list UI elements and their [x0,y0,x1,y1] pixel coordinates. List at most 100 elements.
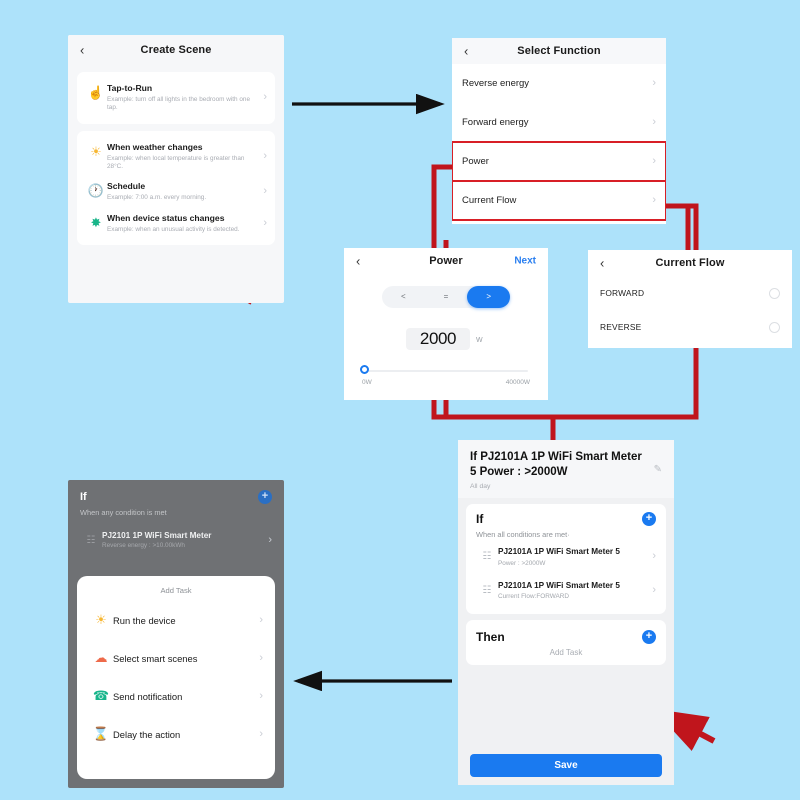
device-name: PJ2101A 1P WiFi Smart Meter 5 [498,580,620,590]
create-scene-navbar: ‹ Create Scene [68,35,284,65]
panel-select-function: ‹ Select Function Reverse energy › Forwa… [452,38,666,224]
option-row-reverse[interactable]: REVERSE [588,310,792,344]
list-item-title: When weather changes [107,141,203,152]
list-item-tap-to-run[interactable]: ☝ Tap-to-Run Example: turn off all light… [85,78,267,118]
add-task-placeholder[interactable]: Add Task [476,648,656,661]
automation-header: If PJ2101A 1P WiFi Smart Meter 5 Power :… [458,440,674,498]
chevron-right-icon: › [263,216,267,229]
save-button[interactable]: Save [470,754,662,777]
radio-reverse[interactable] [769,321,780,333]
list-item-subtitle: Example: turn off all lights in the bedr… [107,96,251,112]
function-row-forward-energy[interactable]: Forward energy › [452,103,666,142]
device-name: PJ2101A 1P WiFi Smart Meter 5 [498,546,620,556]
chevron-right-icon: › [263,185,267,198]
function-row-current-flow[interactable]: Current Flow › [452,180,666,221]
panel-current-flow: ‹ Current Flow FORWARD REVERSE [588,250,792,348]
sun-weather-icon: ☀ [90,143,102,159]
option-row-forward[interactable]: FORWARD [588,276,792,310]
function-row-power[interactable]: Power › [452,141,666,182]
create-scene-card-automations: ☀ When weather changes Example: when loc… [77,130,275,245]
function-label: Reverse energy [462,78,530,89]
panel-add-task: If + When any condition is met ☷ PJ2101 … [68,480,284,788]
chevron-right-icon: › [259,727,263,740]
sheet-title: Add Task [160,586,192,595]
function-label: Power [462,156,489,167]
list-item-schedule[interactable]: 🕐 Schedule Example: 7:00 a.m. every morn… [85,176,267,207]
condition-row-power[interactable]: ☷ PJ2101A 1P WiFi Smart Meter 5 Power : … [476,539,656,573]
power-value-field[interactable]: 2000 [406,328,470,350]
page-title: Select Function [517,45,601,57]
run-device-icon: ☀ [95,612,107,627]
task-option-run-the-device[interactable]: ☀ Run the device › [77,601,275,639]
chevron-left-icon[interactable]: ‹ [464,45,468,58]
plus-circle-icon[interactable]: + [258,490,272,504]
task-option-label: Select smart scenes [113,652,198,664]
chevron-left-icon[interactable]: ‹ [600,257,604,270]
select-function-navbar: ‹ Select Function [452,38,666,64]
function-row-reverse-energy[interactable]: Reverse energy › [452,64,666,103]
task-option-delay-the-action[interactable]: ⌛ Delay the action › [77,715,275,753]
hourglass-delay-icon: ⌛ [92,726,110,741]
chevron-right-icon: › [263,149,267,162]
list-item-title: When device status changes [107,212,225,223]
chevron-right-icon: › [263,91,267,104]
chevron-left-icon[interactable]: ‹ [80,44,84,57]
page-title: Power [429,255,463,267]
power-value: 2000 [419,329,457,348]
list-item-when-device-status-changes[interactable]: ✸ When device status changes Example: wh… [85,208,267,239]
device-name: PJ2101 1P WiFi Smart Meter [102,531,212,540]
option-label: REVERSE [600,322,642,332]
task-option-select-smart-scenes[interactable]: ☁ Select smart scenes › [77,639,275,677]
chevron-right-icon: › [259,651,263,664]
list-item-when-weather-changes[interactable]: ☀ When weather changes Example: when loc… [85,137,267,177]
operator-segmented-control[interactable]: < = > [382,286,511,308]
condition-row-current-flow[interactable]: ☷ PJ2101A 1P WiFi Smart Meter 5 Current … [476,573,656,607]
device-condition: Power : >2000W [498,559,546,567]
smart-scenes-icon: ☁ [94,650,108,665]
pencil-icon[interactable]: ✎ [654,464,662,475]
create-scene-card-taptorun: ☝ Tap-to-Run Example: turn off all light… [77,72,275,124]
notification-icon: ☎ [92,688,110,703]
power-navbar: ‹ Power Next [344,248,548,274]
device-status-icon: ✸ [90,214,102,230]
chevron-right-icon: › [268,533,272,546]
task-option-label: Run the device [113,614,176,626]
next-button[interactable]: Next [514,256,536,267]
list-item-title: Tap-to-Run [107,83,153,93]
panel-create-scene: ‹ Create Scene ☝ Tap-to-Run Example: tur… [68,35,284,303]
condition-mode-label: When all conditions are met· [476,529,570,539]
smart-meter-icon: ☷ [482,584,492,596]
chevron-right-icon: › [652,583,656,596]
power-slider-handle[interactable] [360,365,369,374]
background-device-row: ☷ PJ2101 1P WiFi Smart Meter Reverse ene… [80,531,272,549]
chevron-right-icon: › [652,77,656,89]
operator-less-than[interactable]: < [382,286,425,308]
red-stub-flow-left [666,203,691,250]
then-label: Then [476,630,505,645]
tap-hand-icon: ☝ [87,85,105,100]
chevron-left-icon[interactable]: ‹ [356,255,360,268]
function-label: Current Flow [462,195,517,206]
if-label: If [80,491,87,503]
operator-greater-than[interactable]: > [467,286,511,308]
page-title: Create Scene [140,44,212,56]
slider-min-label: 0W [362,379,372,386]
page-title: Current Flow [655,257,725,269]
chevron-right-icon: › [259,689,263,702]
then-actions-card: Then + Add Task [466,620,666,666]
plus-circle-icon[interactable]: + [642,630,656,645]
plus-circle-icon[interactable]: + [642,511,656,526]
radio-forward[interactable] [769,287,780,299]
current-flow-navbar: ‹ Current Flow [588,250,792,276]
function-label: Forward energy [462,117,529,128]
operator-equals[interactable]: = [425,286,468,308]
device-condition: Current Flow:FORWARD [498,593,570,601]
panel-power: ‹ Power Next < = > 2000 W 0W 40000W [344,248,548,400]
power-slider-track[interactable] [362,370,528,372]
chevron-right-icon: › [259,613,263,626]
automation-schedule: All day [470,482,491,490]
option-label: FORWARD [600,288,645,298]
task-option-send-notification[interactable]: ☎ Send notification › [77,677,275,715]
power-unit-label: W [476,337,483,344]
list-item-subtitle: Example: when local temperature is great… [107,154,245,170]
